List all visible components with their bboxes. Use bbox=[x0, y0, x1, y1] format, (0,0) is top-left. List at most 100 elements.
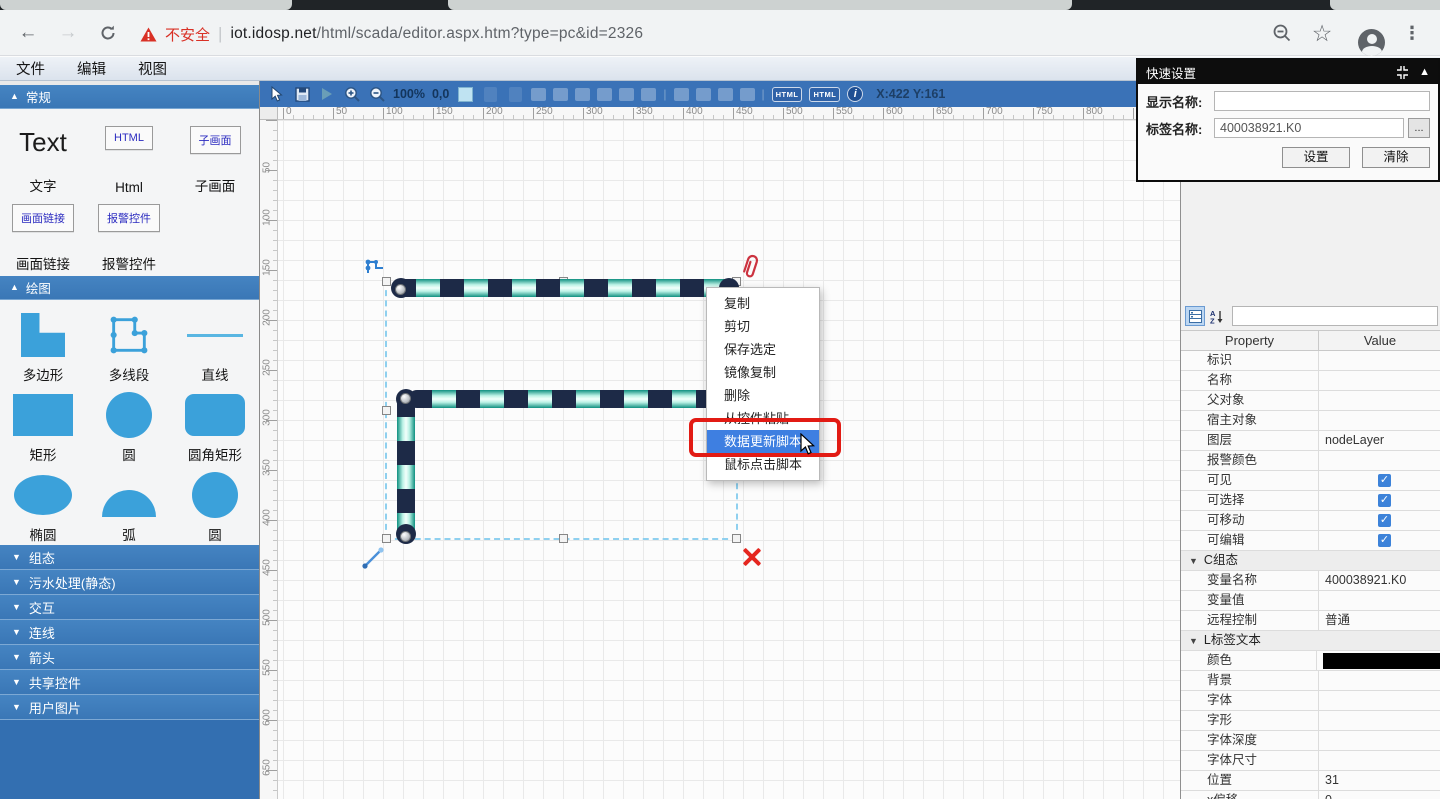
tag-name-input[interactable] bbox=[1214, 118, 1404, 138]
browse-tags-button[interactable]: ... bbox=[1408, 118, 1430, 138]
property-value[interactable] bbox=[1319, 411, 1440, 430]
selection-handle[interactable] bbox=[732, 534, 741, 543]
set-button[interactable]: 设置 bbox=[1282, 147, 1350, 168]
menubar-item[interactable]: 文件 bbox=[0, 58, 61, 79]
selection-bounding-box[interactable] bbox=[385, 280, 738, 540]
property-row[interactable]: 颜色 bbox=[1181, 651, 1440, 671]
context-menu-item[interactable]: 删除 bbox=[707, 384, 819, 407]
palette-item[interactable]: 多边形 bbox=[0, 310, 86, 390]
zoom-out-page-icon[interactable] bbox=[1268, 19, 1296, 47]
pipe-segment-middle[interactable] bbox=[408, 390, 738, 408]
selection-handle[interactable] bbox=[559, 534, 568, 543]
profile-avatar[interactable] bbox=[1358, 29, 1385, 56]
palette-item[interactable]: 矩形 bbox=[0, 390, 86, 470]
pipe-segment-top[interactable] bbox=[392, 279, 739, 297]
property-value[interactable]: 31 bbox=[1319, 771, 1440, 790]
palette-item[interactable]: Text文字 bbox=[0, 123, 86, 201]
property-row[interactable]: ▼C组态 bbox=[1181, 551, 1440, 571]
property-row[interactable]: 字体尺寸 bbox=[1181, 751, 1440, 771]
property-row[interactable]: 可编辑✓ bbox=[1181, 531, 1440, 551]
section-header-drawing[interactable]: ▲ 绘图 bbox=[0, 276, 259, 300]
property-value[interactable] bbox=[1319, 591, 1440, 610]
pipe-endpoint-knob[interactable] bbox=[400, 393, 411, 404]
property-value[interactable] bbox=[1319, 711, 1440, 730]
canvas-settings-icon[interactable] bbox=[456, 85, 474, 103]
select-tool-icon[interactable] bbox=[268, 85, 286, 103]
property-value[interactable] bbox=[1319, 371, 1440, 390]
browser-menu-icon[interactable]: ⋮ bbox=[1398, 19, 1426, 47]
back-icon[interactable]: ← bbox=[14, 19, 42, 47]
categorize-view-icon[interactable] bbox=[1185, 306, 1205, 326]
palette-item[interactable]: 报警控件报警控件 bbox=[86, 201, 172, 279]
palette-item[interactable]: HTMLHtml bbox=[86, 123, 172, 201]
palette-item[interactable]: 画面链接画面链接 bbox=[0, 201, 86, 279]
context-menu-item[interactable]: 复制 bbox=[707, 292, 819, 315]
dock-icon[interactable] bbox=[1396, 66, 1409, 79]
checkbox-checked-icon[interactable]: ✓ bbox=[1378, 534, 1391, 547]
palette-item[interactable]: 直线 bbox=[172, 310, 258, 390]
checkbox-checked-icon[interactable]: ✓ bbox=[1378, 474, 1391, 487]
property-row[interactable]: 可选择✓ bbox=[1181, 491, 1440, 511]
property-value[interactable]: ✓ bbox=[1319, 531, 1440, 550]
section-header-collapsed[interactable]: ▼共享控件 bbox=[0, 670, 259, 695]
section-header-general[interactable]: ▲ 常规 bbox=[0, 85, 259, 109]
property-row[interactable]: x偏移0 bbox=[1181, 791, 1440, 799]
section-header-collapsed[interactable]: ▼连线 bbox=[0, 620, 259, 645]
html-export-icon[interactable]: HTML bbox=[772, 87, 803, 102]
property-row[interactable]: 字体深度 bbox=[1181, 731, 1440, 751]
property-value[interactable] bbox=[1319, 451, 1440, 470]
property-value[interactable]: 400038921.K0 bbox=[1319, 571, 1440, 590]
property-value[interactable] bbox=[1317, 651, 1440, 670]
property-value[interactable] bbox=[1319, 671, 1440, 690]
property-value[interactable]: 普通 bbox=[1319, 611, 1440, 630]
section-header-collapsed[interactable]: ▼交互 bbox=[0, 595, 259, 620]
property-value[interactable] bbox=[1319, 691, 1440, 710]
context-menu-item[interactable]: 保存选定 bbox=[707, 338, 819, 361]
context-menu-item[interactable]: 镜像复制 bbox=[707, 361, 819, 384]
pipe-endpoint-knob[interactable] bbox=[400, 531, 411, 542]
property-row[interactable]: ▼L标签文本 bbox=[1181, 631, 1440, 651]
property-value[interactable] bbox=[1319, 731, 1440, 750]
menubar-item[interactable]: 视图 bbox=[122, 58, 183, 79]
section-header-collapsed[interactable]: ▼箭头 bbox=[0, 645, 259, 670]
property-value[interactable] bbox=[1319, 751, 1440, 770]
palette-item[interactable]: 椭圆 bbox=[0, 470, 86, 550]
refresh-icon[interactable] bbox=[94, 19, 122, 47]
property-value[interactable] bbox=[1319, 391, 1440, 410]
group-collapse-icon[interactable]: ▼ bbox=[1181, 551, 1204, 570]
color-swatch[interactable] bbox=[1323, 653, 1440, 669]
section-header-collapsed[interactable]: ▼污水处理(静态) bbox=[0, 570, 259, 595]
property-value[interactable]: ✓ bbox=[1319, 471, 1440, 490]
palette-item[interactable]: 弧 bbox=[86, 470, 172, 550]
quick-settings-header[interactable]: 快速设置 ▲ bbox=[1138, 60, 1438, 84]
property-row[interactable]: 名称 bbox=[1181, 371, 1440, 391]
zoom-out-icon[interactable] bbox=[368, 85, 386, 103]
sort-az-icon[interactable]: AZ bbox=[1207, 306, 1227, 326]
html-preview-icon[interactable]: HTML bbox=[809, 87, 840, 102]
save-icon[interactable] bbox=[293, 85, 311, 103]
property-row[interactable]: 宿主对象 bbox=[1181, 411, 1440, 431]
property-row[interactable]: 字体 bbox=[1181, 691, 1440, 711]
checkbox-checked-icon[interactable]: ✓ bbox=[1378, 494, 1391, 507]
property-filter-input[interactable] bbox=[1232, 306, 1438, 326]
group-collapse-icon[interactable]: ▼ bbox=[1181, 631, 1204, 650]
property-row[interactable]: 位置31 bbox=[1181, 771, 1440, 791]
selection-handle[interactable] bbox=[382, 534, 391, 543]
property-row[interactable]: 变量值 bbox=[1181, 591, 1440, 611]
property-row[interactable]: 报警颜色 bbox=[1181, 451, 1440, 471]
palette-item[interactable]: 子画面子画面 bbox=[172, 123, 258, 201]
pipe-segment-vertical[interactable] bbox=[397, 393, 415, 542]
property-row[interactable]: 可移动✓ bbox=[1181, 511, 1440, 531]
property-value[interactable]: ✓ bbox=[1319, 491, 1440, 510]
property-row[interactable]: 标识 bbox=[1181, 351, 1440, 371]
delete-x-mark-icon[interactable] bbox=[741, 546, 763, 568]
property-value[interactable] bbox=[1319, 351, 1440, 370]
collapse-icon[interactable]: ▲ bbox=[1419, 67, 1430, 78]
property-row[interactable]: 父对象 bbox=[1181, 391, 1440, 411]
menubar-item[interactable]: 编辑 bbox=[61, 58, 122, 79]
property-row[interactable]: 可见✓ bbox=[1181, 471, 1440, 491]
property-row[interactable]: 背景 bbox=[1181, 671, 1440, 691]
clear-button[interactable]: 清除 bbox=[1362, 147, 1430, 168]
palette-item[interactable]: 圆角矩形 bbox=[172, 390, 258, 470]
palette-item[interactable]: 圆 bbox=[86, 390, 172, 470]
